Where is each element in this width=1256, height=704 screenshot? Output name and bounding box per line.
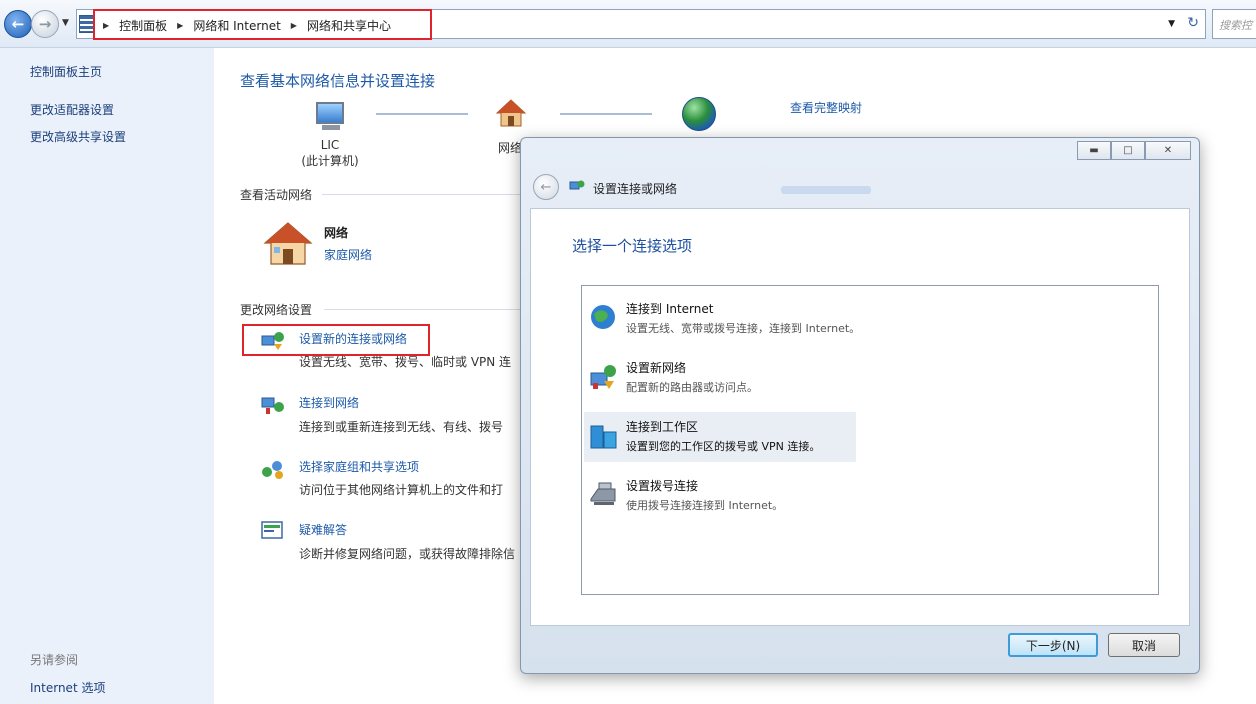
setup-connection-dialog: ▬ □ ✕ ← 设置连接或网络 选择一个连接选项 连接到 Internet 设置… bbox=[520, 137, 1200, 674]
internet-globe-icon bbox=[682, 97, 716, 131]
change-advanced-sharing-link[interactable]: 更改高级共享设置 bbox=[30, 128, 126, 145]
blurred-text bbox=[781, 186, 871, 194]
new-connection-icon bbox=[261, 332, 284, 350]
section-divider bbox=[322, 194, 522, 195]
maximize-button[interactable]: □ bbox=[1111, 141, 1145, 160]
option-desc: 使用拨号连接连接到 Internet。 bbox=[626, 499, 784, 512]
task-troubleshoot-link[interactable]: 疑难解答 bbox=[299, 521, 347, 538]
option-desc: 设置到您的工作区的拨号或 VPN 连接。 bbox=[626, 440, 821, 453]
breadcrumb-network-sharing-center[interactable]: 网络和共享中心 bbox=[307, 17, 391, 34]
close-button[interactable]: ✕ bbox=[1145, 141, 1191, 160]
connection-line bbox=[376, 113, 468, 115]
task-homegroup-link[interactable]: 选择家庭组和共享选项 bbox=[299, 458, 419, 475]
option-title: 连接到 Internet bbox=[626, 302, 714, 316]
window-controls: ▬ □ ✕ bbox=[1077, 141, 1191, 160]
breadcrumb-control-panel[interactable]: 控制面板 bbox=[119, 17, 167, 34]
left-task-pane: 控制面板主页 更改适配器设置 更改高级共享设置 另请参阅 Internet 选项 bbox=[0, 48, 214, 704]
option-setup-dialup[interactable]: 设置拨号连接 使用拨号连接连接到 Internet。 bbox=[582, 471, 1158, 521]
connection-line bbox=[560, 113, 652, 115]
view-full-map-link[interactable]: 查看完整映射 bbox=[790, 99, 862, 116]
workplace-icon bbox=[590, 425, 617, 449]
computer-icon bbox=[316, 102, 344, 130]
option-title: 设置新网络 bbox=[626, 361, 687, 375]
connection-options-list: 连接到 Internet 设置无线、宽带或拨号连接，连接到 Internet。 … bbox=[581, 285, 1159, 595]
selection-highlight bbox=[584, 412, 856, 462]
address-toolbar: ← → ▼ ▶ 控制面板 ▶ 网络和 Internet ▶ 网络和共享中心 ▼ … bbox=[0, 0, 1256, 48]
house-icon bbox=[496, 99, 526, 127]
next-button[interactable]: 下一步(N) bbox=[1008, 633, 1098, 657]
dialog-heading: 选择一个连接选项 bbox=[572, 237, 693, 255]
minimize-icon: ▬ bbox=[1089, 145, 1099, 156]
option-title: 设置拨号连接 bbox=[626, 479, 699, 493]
chevron-right-icon[interactable]: ▶ bbox=[291, 21, 297, 30]
chevron-right-icon[interactable]: ▶ bbox=[103, 21, 109, 30]
dialog-title: 设置连接或网络 bbox=[593, 182, 678, 196]
task-setup-new-connection-link[interactable]: 设置新的连接或网络 bbox=[299, 330, 407, 347]
task-connect-to-network-desc: 连接到或重新连接到无线、有线、拨号 bbox=[299, 420, 504, 434]
chevron-right-icon[interactable]: ▶ bbox=[177, 21, 183, 30]
dialog-back-button[interactable]: ← bbox=[533, 174, 559, 200]
close-icon: ✕ bbox=[1163, 145, 1173, 156]
arrow-left-icon: ← bbox=[11, 15, 25, 33]
connect-network-icon bbox=[261, 397, 284, 414]
task-homegroup-desc: 访问位于其他网络计算机上的文件和打 bbox=[299, 483, 504, 497]
recent-pages-dropdown[interactable]: ▼ bbox=[62, 18, 69, 28]
option-connect-workplace[interactable]: 连接到工作区 设置到您的工作区的拨号或 VPN 连接。 bbox=[582, 412, 1158, 462]
arrow-right-icon: → bbox=[38, 15, 52, 33]
active-networks-header: 查看活动网络 bbox=[240, 188, 313, 202]
option-title: 连接到工作区 bbox=[626, 420, 699, 434]
section-divider bbox=[324, 309, 524, 310]
cancel-button[interactable]: 取消 bbox=[1108, 633, 1180, 657]
homegroup-icon bbox=[262, 461, 283, 479]
troubleshoot-icon bbox=[261, 521, 283, 539]
task-setup-new-connection-desc: 设置无线、宽带、拨号、临时或 VPN 连 bbox=[299, 355, 512, 369]
change-settings-header: 更改网络设置 bbox=[240, 303, 313, 317]
network-setup-icon bbox=[569, 180, 585, 190]
home-network-icon bbox=[263, 222, 313, 265]
page-title: 查看基本网络信息并设置连接 bbox=[240, 72, 436, 90]
option-connect-internet[interactable]: 连接到 Internet 设置无线、宽带或拨号连接，连接到 Internet。 bbox=[582, 294, 1158, 344]
this-computer-node[interactable]: LIC (此计算机) bbox=[300, 102, 360, 169]
task-troubleshoot-desc: 诊断并修复网络问题，或获得故障排除信 bbox=[299, 547, 516, 561]
dialog-content: 选择一个连接选项 连接到 Internet 设置无线、宽带或拨号连接，连接到 I… bbox=[530, 208, 1190, 626]
task-connect-to-network-link[interactable]: 连接到网络 bbox=[299, 394, 359, 411]
network-type-link[interactable]: 家庭网络 bbox=[324, 246, 372, 263]
breadcrumb: ▶ 控制面板 ▶ 网络和 Internet ▶ 网络和共享中心 bbox=[103, 17, 391, 34]
breadcrumb-network-internet[interactable]: 网络和 Internet bbox=[193, 17, 280, 34]
option-desc: 配置新的路由器或访问点。 bbox=[626, 381, 758, 394]
router-icon bbox=[590, 365, 616, 389]
computer-sub-label: (此计算机) bbox=[301, 154, 359, 168]
maximize-icon: □ bbox=[1123, 145, 1133, 156]
change-adapter-settings-link[interactable]: 更改适配器设置 bbox=[30, 101, 114, 118]
arrow-left-icon: ← bbox=[540, 179, 552, 195]
forward-button[interactable]: → bbox=[31, 10, 59, 38]
refresh-icon[interactable]: ↻ bbox=[1187, 15, 1199, 31]
dialup-modem-icon bbox=[590, 482, 616, 505]
control-panel-home-link[interactable]: 控制面板主页 bbox=[30, 63, 102, 80]
minimize-button[interactable]: ▬ bbox=[1077, 141, 1111, 160]
computer-name: LIC bbox=[320, 138, 340, 152]
network-name: 网络 bbox=[324, 226, 349, 240]
internet-options-link[interactable]: Internet 选项 bbox=[30, 679, 105, 696]
option-setup-new-network[interactable]: 设置新网络 配置新的路由器或访问点。 bbox=[582, 353, 1158, 403]
see-also-label: 另请参阅 bbox=[30, 653, 79, 667]
back-button[interactable]: ← bbox=[4, 10, 32, 38]
address-bar[interactable]: ▶ 控制面板 ▶ 网络和 Internet ▶ 网络和共享中心 ▼ ↻ bbox=[76, 9, 1206, 40]
option-desc: 设置无线、宽带或拨号连接，连接到 Internet。 bbox=[626, 322, 861, 335]
address-dropdown-icon[interactable]: ▼ bbox=[1168, 19, 1175, 29]
globe-icon bbox=[591, 305, 615, 329]
search-input[interactable]: 搜索控 bbox=[1212, 9, 1256, 39]
